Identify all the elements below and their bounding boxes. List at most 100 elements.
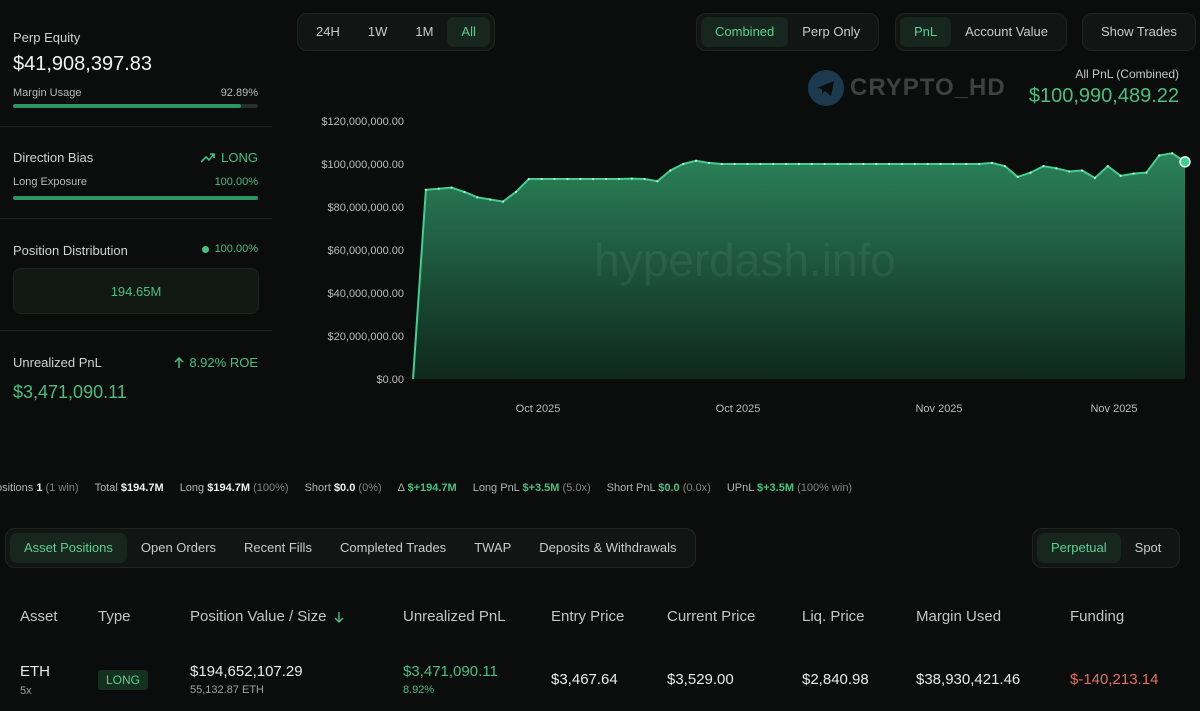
- pnl-point: [476, 196, 479, 199]
- pnl-point: [1029, 171, 1032, 174]
- pnl-point: [823, 162, 826, 166]
- pnl-point: [1106, 165, 1109, 168]
- y-tick-label: $60,000,000.00: [328, 245, 404, 257]
- pnl-point: [1068, 170, 1071, 173]
- tab-completed-trades[interactable]: Completed Trades: [326, 533, 460, 563]
- tab-open-orders[interactable]: Open Orders: [127, 533, 230, 563]
- y-tick-label: $80,000,000.00: [328, 202, 404, 214]
- table-row[interactable]: ETH 5x LONG $194,652,107.29 55,132.87 ET…: [0, 660, 1200, 711]
- pnl-point: [527, 177, 530, 181]
- y-tick-label: $0.00: [376, 374, 404, 386]
- market-tab-spot[interactable]: Spot: [1121, 533, 1176, 563]
- tab-recent-fills[interactable]: Recent Fills: [230, 533, 326, 563]
- pnl-point: [926, 162, 929, 166]
- pnl-point: [1042, 165, 1045, 168]
- pnl-chart: hyperdash.info $120,000,000.00 $100,000,0…: [321, 116, 1191, 415]
- tab-deposits-withdrawals[interactable]: Deposits & Withdrawals: [525, 533, 690, 563]
- pnl-point: [1016, 175, 1019, 178]
- pnl-point: [797, 162, 801, 166]
- pnl-point: [643, 177, 646, 181]
- x-tick-label: Nov 2025: [915, 403, 962, 415]
- header-position-value-text: Position Value / Size: [190, 608, 327, 625]
- pnl-point: [1003, 165, 1006, 168]
- pnl-point: [682, 162, 685, 166]
- stat-total: Total $194.7M: [94, 482, 164, 494]
- tab-twap[interactable]: TWAP: [460, 533, 525, 563]
- pnl-point: [566, 177, 569, 181]
- pnl-point: [862, 162, 865, 166]
- pnl-point: [720, 162, 723, 166]
- pnl-point: [1171, 152, 1174, 155]
- pnl-point: [1119, 174, 1122, 177]
- pnl-point: [579, 177, 582, 181]
- pnl-point: [1093, 176, 1097, 180]
- row-asset: ETH: [20, 663, 50, 680]
- pnl-point: [656, 180, 659, 183]
- pnl-point: [630, 177, 633, 180]
- pnl-point: [489, 198, 492, 201]
- x-tick-label: Oct 2025: [516, 403, 561, 415]
- pnl-point: [707, 161, 711, 165]
- header-type[interactable]: Type: [98, 608, 131, 625]
- header-asset[interactable]: Asset: [20, 608, 58, 625]
- y-tick-label: $40,000,000.00: [328, 288, 404, 300]
- pnl-point: [669, 169, 672, 172]
- pnl-point: [939, 162, 942, 166]
- row-leverage: 5x: [20, 685, 32, 697]
- header-current-price[interactable]: Current Price: [667, 608, 755, 625]
- x-tick-label: Oct 2025: [716, 403, 761, 415]
- pnl-point: [1132, 172, 1135, 175]
- pnl-point: [965, 162, 968, 166]
- header-position-value[interactable]: Position Value / Size: [190, 608, 344, 625]
- row-position-value: $194,652,107.29: [190, 663, 303, 680]
- header-margin-used[interactable]: Margin Used: [916, 608, 1001, 625]
- pnl-point: [1055, 167, 1058, 170]
- pnl-point: [437, 187, 440, 190]
- pnl-point: [913, 162, 916, 166]
- y-tick-label: $120,000,000.00: [321, 116, 404, 128]
- pnl-point: [900, 162, 904, 166]
- pnl-point: [463, 190, 466, 194]
- pnl-point: [604, 177, 608, 181]
- stat-upnl: UPnL $+3.5M (100% win): [726, 482, 853, 494]
- pnl-point: [746, 162, 749, 166]
- watermark-site: hyperdash.info: [594, 234, 896, 286]
- y-tick-label: $100,000,000.00: [321, 159, 404, 171]
- header-liq-price[interactable]: Liq. Price: [802, 608, 865, 625]
- header-funding[interactable]: Funding: [1070, 608, 1124, 625]
- row-entry-price: $3,467.64: [551, 671, 618, 688]
- pnl-point: [887, 162, 891, 166]
- table-header: Asset Type Position Value / Size Unreali…: [0, 608, 1200, 628]
- x-tick-label: Nov 2025: [1090, 403, 1137, 415]
- stats-row: ositions 1 (1 win) Total $194.7M Long $1…: [0, 482, 852, 494]
- pnl-point: [617, 177, 620, 181]
- pnl-point: [836, 162, 839, 166]
- y-tick-label: $20,000,000.00: [328, 331, 404, 343]
- pnl-point: [733, 162, 736, 166]
- tab-asset-positions[interactable]: Asset Positions: [10, 533, 127, 563]
- pnl-point: [772, 162, 775, 166]
- pnl-point: [810, 162, 813, 166]
- market-tab-perpetual[interactable]: Perpetual: [1037, 533, 1121, 563]
- row-type-badge: LONG: [98, 670, 149, 690]
- pnl-point: [540, 177, 543, 181]
- stat-positions: ositions 1 (1 win): [0, 482, 79, 494]
- pnl-point: [875, 162, 878, 166]
- pnl-point: [592, 177, 595, 181]
- bottom-tabs: Asset Positions Open Orders Recent Fills Co…: [5, 528, 696, 568]
- row-margin-used: $38,930,421.46: [916, 671, 1021, 688]
- stat-long-pnl: Long PnL $+3.5M (5.0x): [472, 482, 591, 494]
- pnl-point: [1080, 169, 1084, 172]
- row-unrealized-pct: 8.92%: [403, 684, 435, 696]
- header-entry-price[interactable]: Entry Price: [551, 608, 624, 625]
- pnl-point: [694, 159, 698, 162]
- pnl-current-point[interactable]: [1179, 156, 1191, 168]
- header-unrealized-pnl[interactable]: Unrealized PnL: [403, 608, 506, 625]
- row-liq-price: $2,840.98: [802, 671, 869, 688]
- pnl-point: [759, 162, 762, 166]
- sort-down-icon[interactable]: [334, 611, 344, 623]
- row-current-price: $3,529.00: [667, 671, 734, 688]
- pnl-point: [990, 161, 994, 165]
- stat-long: Long $194.7M (100%): [179, 482, 289, 494]
- stat-short: Short $0.0 (0%): [304, 482, 382, 494]
